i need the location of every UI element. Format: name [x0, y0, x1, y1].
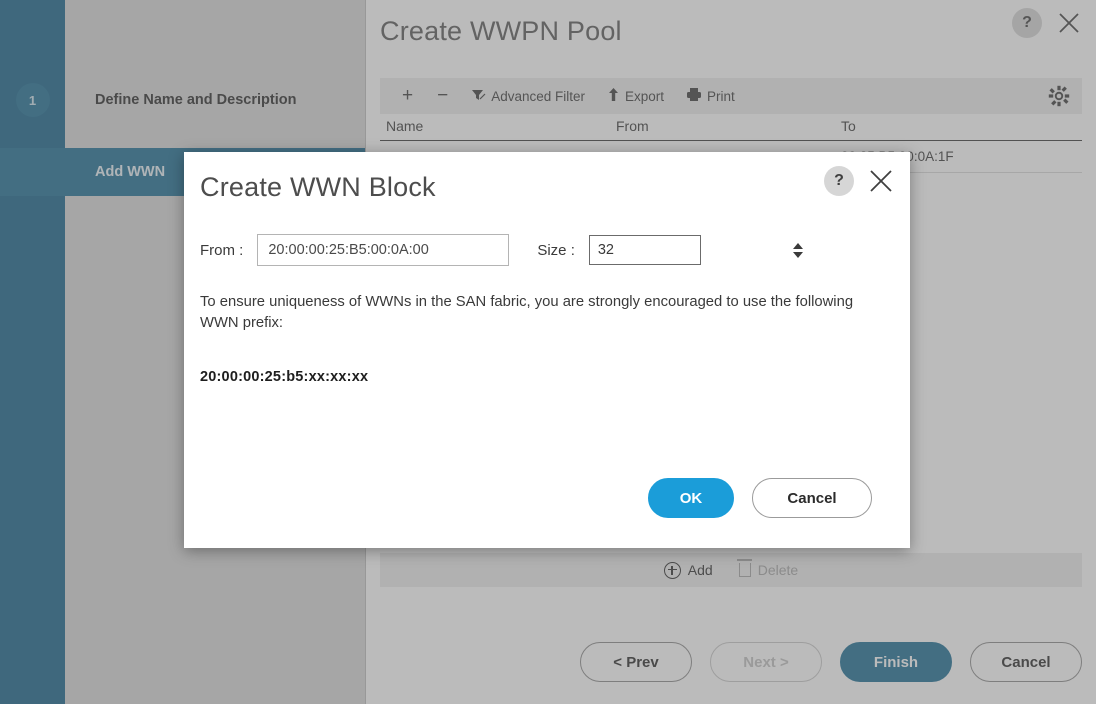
screen-root: 1 2 Define Name and Description Add WWN … — [0, 0, 1096, 704]
dialog-title: Create WWN Block — [200, 171, 436, 202]
wwn-prefix-value: 20:00:00:25:b5:xx:xx:xx — [200, 368, 369, 385]
size-spinner-arrows[interactable] — [792, 236, 803, 264]
spinner-up-icon[interactable] — [792, 242, 803, 249]
uniqueness-note: To ensure uniqueness of WWNs in the SAN … — [200, 294, 854, 332]
from-label: From : — [200, 241, 244, 259]
dialog-close-icon[interactable] — [866, 166, 896, 196]
dialog-footer: OK Cancel — [648, 478, 872, 518]
from-input[interactable] — [257, 234, 510, 266]
dialog-cancel-button[interactable]: Cancel — [752, 478, 872, 518]
size-stepper[interactable] — [588, 235, 803, 265]
size-label: Size : — [537, 241, 575, 259]
dialog-header: Create WWN Block ? — [184, 152, 910, 222]
ok-button[interactable]: OK — [648, 478, 734, 518]
dialog-help-icon[interactable]: ? — [824, 166, 854, 196]
wwn-block-fields: From : Size : — [200, 234, 894, 266]
dialog-body: From : Size : To ensure uniqueness of WW… — [184, 222, 910, 385]
dialog-header-actions: ? — [824, 166, 896, 196]
spinner-down-icon[interactable] — [792, 251, 803, 258]
size-input[interactable] — [589, 236, 793, 264]
create-wwn-block-dialog: Create WWN Block ? From : Size : — [184, 152, 910, 548]
